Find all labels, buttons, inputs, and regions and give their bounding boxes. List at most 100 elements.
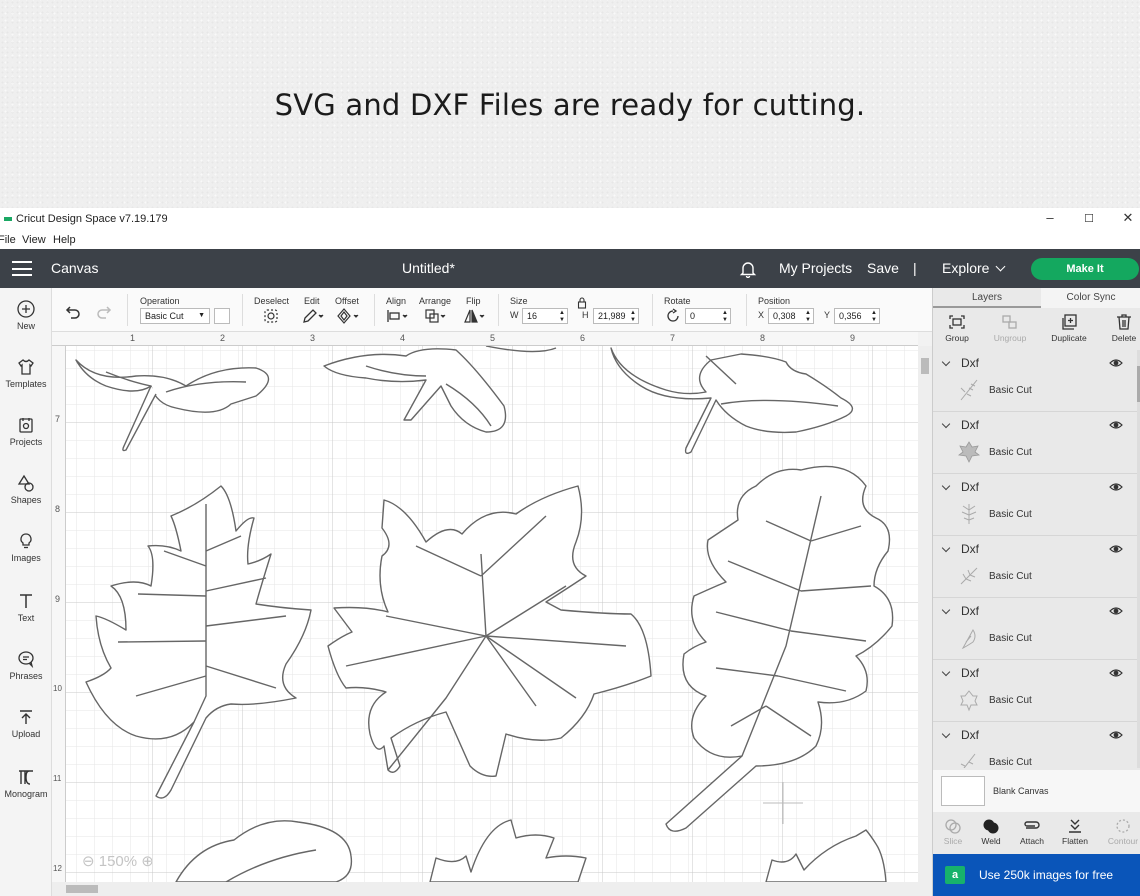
window-title: Cricut Design Space v7.19.179 <box>4 213 168 225</box>
scrollbar-thumb[interactable] <box>66 885 98 893</box>
group-button[interactable]: Group <box>932 312 982 343</box>
menu-view[interactable]: View <box>22 234 46 246</box>
duplicate-button[interactable]: Duplicate <box>1044 312 1094 343</box>
layer-thumbnail <box>957 441 981 463</box>
layer-item[interactable]: Dxf Basic Cut <box>933 474 1137 536</box>
chevron-down-icon[interactable] <box>941 667 951 677</box>
chevron-down-icon[interactable] <box>941 543 951 553</box>
minimize-button[interactable]: – <box>1040 210 1060 225</box>
align-label: Align <box>386 296 407 306</box>
align-icon[interactable] <box>386 308 410 324</box>
width-value: 16 <box>527 311 538 321</box>
shirt-icon <box>18 359 34 375</box>
tool-projects[interactable]: Projects <box>0 416 52 447</box>
chevron-down-icon[interactable] <box>941 357 951 367</box>
layer-item[interactable]: Dxf Basic Cut <box>933 598 1137 660</box>
chevron-down-icon <box>996 261 1006 272</box>
stepper-icon[interactable]: ▲ ▼ <box>805 310 811 324</box>
layer-item[interactable]: Dxf Basic Cut <box>933 350 1137 412</box>
close-button[interactable]: ✕ <box>1118 210 1138 226</box>
size-label: Size <box>510 296 528 306</box>
operation-select[interactable]: Basic Cut ▼ <box>140 308 210 324</box>
operation-color-swatch[interactable] <box>214 308 230 324</box>
tab-color-sync[interactable]: Color Sync <box>1041 288 1140 308</box>
bell-icon[interactable] <box>739 260 757 278</box>
tool-upload[interactable]: Upload <box>0 708 52 739</box>
tool-monogram[interactable]: Monogram <box>0 768 52 799</box>
tool-text[interactable]: Text <box>0 592 52 623</box>
tool-images[interactable]: Images <box>0 532 52 563</box>
chevron-down-icon[interactable] <box>941 481 951 491</box>
contour-button[interactable]: Contour <box>1103 818 1140 846</box>
y-input[interactable]: 0,356 ▲ ▼ <box>834 308 880 324</box>
tool-templates[interactable]: Templates <box>0 358 52 389</box>
layer-name: Dxf <box>961 418 979 432</box>
width-input[interactable]: 16 ▲ ▼ <box>522 308 568 324</box>
tool-shapes[interactable]: Shapes <box>0 474 52 505</box>
slice-button[interactable]: Slice <box>933 818 973 846</box>
scrollbar-thumb[interactable] <box>921 358 929 374</box>
weld-button[interactable]: Weld <box>971 818 1011 846</box>
x-input[interactable]: 0,308 ▲ ▼ <box>768 308 814 324</box>
tool-new[interactable]: New <box>0 300 52 331</box>
delete-button[interactable]: Delete <box>1099 312 1140 343</box>
panel-tabs: Layers Color Sync <box>933 288 1140 308</box>
explore-menu[interactable]: Explore <box>942 260 1006 276</box>
deselect-icon[interactable] <box>263 308 279 324</box>
layer-operation: Basic Cut <box>989 509 1032 520</box>
lock-icon[interactable] <box>577 297 587 309</box>
layer-item[interactable]: Dxf Basic Cut <box>933 536 1137 598</box>
layer-name: Dxf <box>961 480 979 494</box>
blank-canvas-swatch[interactable] <box>941 776 985 806</box>
eye-icon[interactable] <box>1109 606 1123 616</box>
height-value: 21,989 <box>598 311 626 321</box>
zoom-control[interactable]: ⊖ 150% ⊕ <box>82 852 154 870</box>
arrange-icon[interactable] <box>424 308 448 324</box>
eye-icon[interactable] <box>1109 668 1123 678</box>
eye-icon[interactable] <box>1109 730 1123 740</box>
attach-button[interactable]: Attach <box>1012 818 1052 846</box>
menu-bar: File View Help <box>0 231 1140 249</box>
eye-icon[interactable] <box>1109 358 1123 368</box>
chevron-down-icon[interactable] <box>941 419 951 429</box>
design-canvas[interactable] <box>66 346 918 882</box>
flip-icon[interactable] <box>463 308 487 324</box>
canvas-horizontal-scrollbar[interactable] <box>52 882 932 896</box>
action-label: Slice <box>943 836 963 846</box>
redo-icon[interactable] <box>96 305 112 319</box>
promo-bar[interactable]: a Use 250k images for free <box>933 854 1140 896</box>
pencil-icon[interactable] <box>302 308 324 324</box>
chevron-down-icon[interactable] <box>941 729 951 739</box>
layer-item[interactable]: Dxf Basic Cut <box>933 722 1137 768</box>
lightbulb-icon <box>20 533 32 549</box>
layer-item[interactable]: Dxf Basic Cut <box>933 660 1137 722</box>
ungroup-button[interactable]: Ungroup <box>985 312 1035 343</box>
stepper-icon[interactable]: ▲ ▼ <box>871 310 877 324</box>
menu-help[interactable]: Help <box>53 234 76 246</box>
make-it-button[interactable]: Make It <box>1031 258 1139 280</box>
layers-panel: Layers Color Sync Group Ungroup Duplicat… <box>932 288 1140 896</box>
chevron-down-icon[interactable] <box>941 605 951 615</box>
maximize-button[interactable]: ☐ <box>1079 212 1099 225</box>
explore-label: Explore <box>942 260 990 276</box>
my-projects-link[interactable]: My Projects <box>779 260 852 276</box>
rotate-input[interactable]: 0 ▲ ▼ <box>685 308 731 324</box>
hamburger-menu-icon[interactable] <box>12 261 32 276</box>
height-input[interactable]: 21,989 ▲ ▼ <box>593 308 639 324</box>
tool-phrases[interactable]: Phrases <box>0 650 52 681</box>
stepper-icon[interactable]: ▲ ▼ <box>722 310 728 324</box>
flatten-button[interactable]: Flatten <box>1055 818 1095 846</box>
tab-layers[interactable]: Layers <box>933 288 1041 308</box>
offset-icon[interactable] <box>336 308 360 324</box>
eye-icon[interactable] <box>1109 544 1123 554</box>
blank-canvas-row[interactable]: Blank Canvas <box>933 770 1140 812</box>
eye-icon[interactable] <box>1109 420 1123 430</box>
menu-file[interactable]: File <box>0 234 16 246</box>
layer-item[interactable]: Dxf Basic Cut <box>933 412 1137 474</box>
undo-icon[interactable] <box>65 305 81 319</box>
canvas-vertical-scrollbar[interactable] <box>918 346 932 882</box>
stepper-icon[interactable]: ▲ ▼ <box>559 310 565 324</box>
stepper-icon[interactable]: ▲ ▼ <box>630 310 636 324</box>
save-button[interactable]: Save <box>867 260 899 276</box>
eye-icon[interactable] <box>1109 482 1123 492</box>
